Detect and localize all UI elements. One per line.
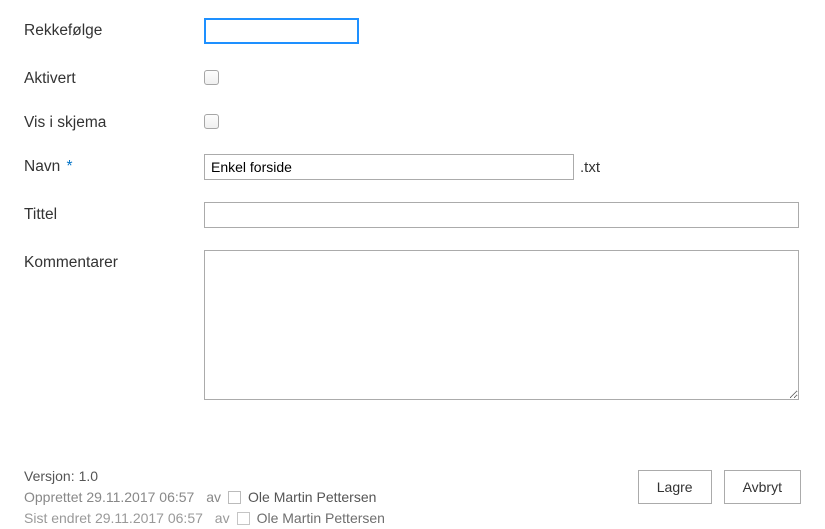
created-label: Opprettet xyxy=(24,487,82,508)
comments-textarea[interactable] xyxy=(204,250,799,400)
show-in-form-label: Vis i skjema xyxy=(24,110,204,132)
name-label: Navn * xyxy=(24,154,204,176)
version-label: Versjon: xyxy=(24,466,75,487)
modified-label: Sist endret xyxy=(24,508,91,529)
enabled-checkbox[interactable] xyxy=(204,70,219,85)
name-extension-suffix: .txt xyxy=(580,159,600,176)
title-input[interactable] xyxy=(204,202,799,228)
name-label-text: Navn xyxy=(24,158,60,175)
title-label: Tittel xyxy=(24,202,204,224)
order-label: Rekkefølge xyxy=(24,18,204,40)
enabled-label: Aktivert xyxy=(24,66,204,88)
created-by-label: av xyxy=(206,487,221,508)
cancel-button[interactable]: Avbryt xyxy=(724,470,801,504)
name-input[interactable] xyxy=(204,154,574,180)
version-value: 1.0 xyxy=(79,466,98,487)
user-icon xyxy=(237,512,250,525)
order-input[interactable] xyxy=(204,18,359,44)
required-indicator: * xyxy=(67,158,73,175)
save-button[interactable]: Lagre xyxy=(638,470,712,504)
created-datetime: 29.11.2017 06:57 xyxy=(86,487,194,508)
modified-user: Ole Martin Pettersen xyxy=(257,508,385,529)
created-user: Ole Martin Pettersen xyxy=(248,487,376,508)
user-icon xyxy=(228,491,241,504)
comments-label: Kommentarer xyxy=(24,250,204,272)
show-in-form-checkbox[interactable] xyxy=(204,114,219,129)
metadata-block: Versjon: 1.0 Opprettet 29.11.2017 06:57 … xyxy=(24,466,385,517)
modified-by-label: av xyxy=(215,508,230,529)
modified-datetime: 29.11.2017 06:57 xyxy=(95,508,203,529)
